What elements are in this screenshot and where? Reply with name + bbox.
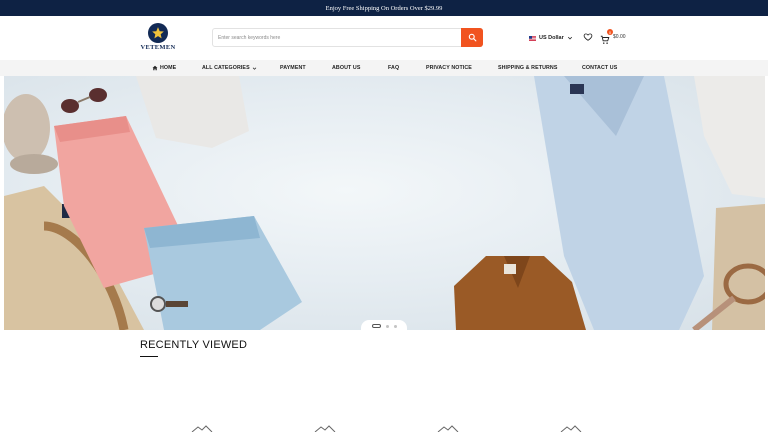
logo-text: VETEMEN bbox=[140, 44, 176, 51]
cart-icon: 0 bbox=[600, 29, 613, 44]
hero-image bbox=[4, 76, 765, 330]
carousel-dot-3[interactable] bbox=[393, 324, 397, 328]
product-thumbnail[interactable] bbox=[313, 424, 337, 432]
product-thumbnail[interactable] bbox=[559, 424, 583, 432]
star-icon bbox=[148, 23, 168, 43]
site-header: VETEMEN US Dollar 0 $0.00 bbox=[0, 16, 768, 60]
section-title-recently-viewed: RECENTLY VIEWED bbox=[140, 339, 248, 351]
main-nav: HOME ALL CATEGORIES PAYMENT ABOUT US FAQ… bbox=[0, 60, 768, 76]
nav-item-home[interactable]: HOME bbox=[152, 60, 176, 76]
carousel-dots bbox=[361, 320, 407, 332]
product-thumbnail[interactable] bbox=[436, 424, 460, 432]
logo[interactable]: VETEMEN bbox=[140, 23, 176, 53]
product-thumbnail[interactable] bbox=[190, 424, 214, 432]
announcement-text: Enjoy Free Shipping On Orders Over $29.9… bbox=[325, 4, 443, 12]
cart-count-badge: 0 bbox=[607, 29, 613, 35]
us-flag-icon bbox=[529, 35, 536, 41]
search-input[interactable] bbox=[213, 29, 461, 46]
section-title-underline bbox=[140, 356, 158, 357]
nav-item-contact-us[interactable]: CONTACT US bbox=[582, 60, 617, 76]
currency-label: US Dollar bbox=[539, 35, 564, 41]
currency-selector[interactable]: US Dollar bbox=[529, 33, 573, 43]
cart-button[interactable]: 0 $0.00 bbox=[600, 29, 626, 44]
nav-item-about-us[interactable]: ABOUT US bbox=[332, 60, 360, 76]
search-bar bbox=[212, 28, 483, 47]
home-icon bbox=[152, 65, 158, 71]
nav-item-faq[interactable]: FAQ bbox=[388, 60, 399, 76]
cart-total: $0.00 bbox=[613, 34, 626, 40]
nav-item-shipping-returns[interactable]: SHIPPING & RETURNS bbox=[498, 60, 557, 76]
hero-banner[interactable] bbox=[4, 76, 765, 330]
wishlist-heart-icon[interactable] bbox=[583, 32, 593, 42]
nav-item-all-categories[interactable]: ALL CATEGORIES bbox=[202, 60, 257, 76]
search-button[interactable] bbox=[461, 28, 483, 47]
nav-item-privacy-notice[interactable]: PRIVACY NOTICE bbox=[426, 60, 472, 76]
carousel-dot-2[interactable] bbox=[385, 324, 389, 328]
carousel-dot-1[interactable] bbox=[371, 324, 381, 328]
chevron-down-icon bbox=[252, 67, 256, 70]
announcement-bar: Enjoy Free Shipping On Orders Over $29.9… bbox=[0, 0, 768, 16]
chevron-down-icon bbox=[567, 36, 572, 40]
search-icon bbox=[468, 33, 476, 42]
nav-item-payment[interactable]: PAYMENT bbox=[280, 60, 306, 76]
